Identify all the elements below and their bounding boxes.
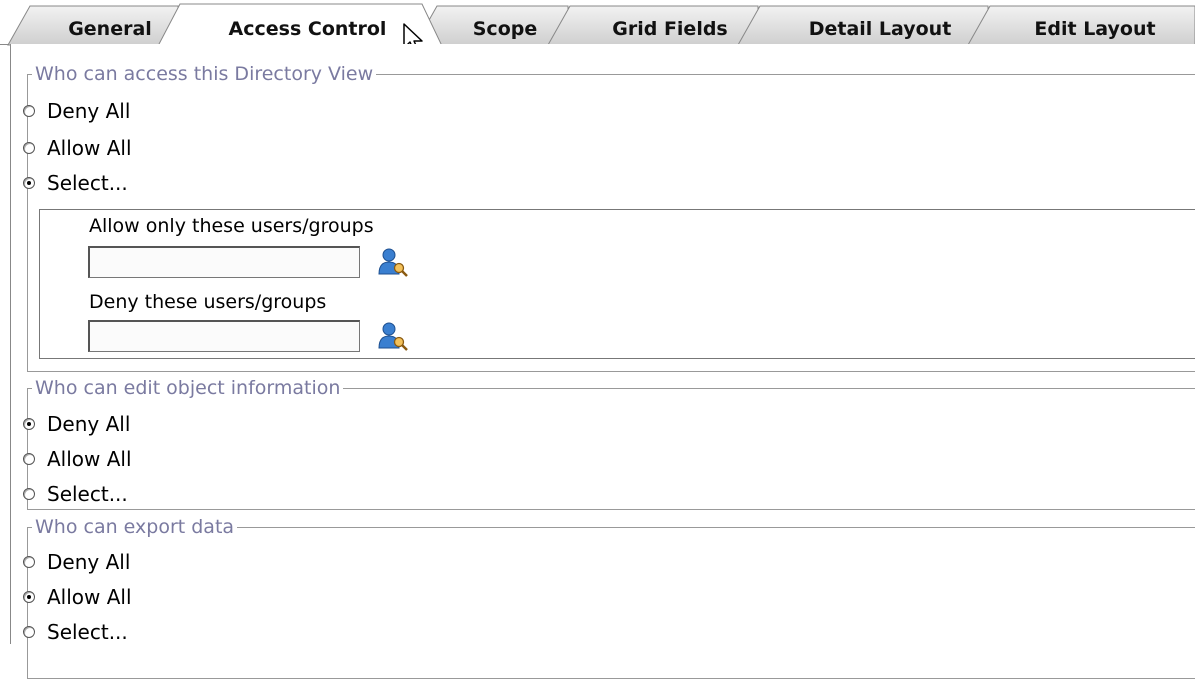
export-option-deny-all[interactable]: Deny All — [23, 547, 130, 577]
tab-detail-layout[interactable]: Detail Layout — [770, 14, 990, 44]
export-legend: Who can export data — [35, 516, 235, 538]
access-option-deny-all[interactable]: Deny All — [23, 96, 130, 126]
export-option-allow-all[interactable]: Allow All — [23, 582, 132, 612]
user-search-icon[interactable] — [375, 246, 409, 278]
option-label: Deny All — [47, 412, 131, 436]
option-label: Select... — [47, 482, 128, 506]
tab-general[interactable]: General — [40, 14, 180, 44]
radio-icon[interactable] — [23, 556, 35, 568]
option-label: Deny All — [47, 550, 131, 574]
option-label: Select... — [47, 171, 128, 195]
allow-users-field[interactable] — [88, 246, 360, 278]
tab-edit-layout[interactable]: Edit Layout — [1000, 14, 1190, 44]
edit-option-allow-all[interactable]: Allow All — [23, 444, 132, 474]
option-label: Allow All — [47, 136, 132, 160]
allow-users-label: Allow only these users/groups — [89, 215, 374, 237]
edit-option-select[interactable]: Select... — [23, 479, 128, 509]
radio-icon[interactable] — [23, 142, 35, 154]
user-search-icon[interactable] — [375, 320, 409, 352]
deny-users-label: Deny these users/groups — [89, 291, 327, 313]
radio-icon[interactable] — [23, 418, 35, 430]
tab-access-control[interactable]: Access Control — [195, 14, 420, 44]
access-legend: Who can access this Directory View — [35, 63, 374, 85]
radio-icon[interactable] — [23, 105, 35, 117]
edit-fieldset: Who can edit object information — [27, 378, 1195, 510]
radio-icon[interactable] — [23, 177, 35, 189]
export-option-select[interactable]: Select... — [23, 617, 128, 647]
option-label: Allow All — [47, 585, 132, 609]
edit-option-deny-all[interactable]: Deny All — [23, 409, 130, 439]
radio-icon[interactable] — [23, 453, 35, 465]
radio-icon[interactable] — [23, 626, 35, 638]
radio-icon[interactable] — [23, 488, 35, 500]
access-control-panel: Who can access this Directory View Deny … — [10, 44, 1195, 679]
option-label: Allow All — [47, 447, 132, 471]
export-fieldset: Who can export data — [27, 517, 1195, 679]
tab-scope[interactable]: Scope — [440, 14, 570, 44]
edit-legend: Who can edit object information — [35, 377, 341, 399]
radio-icon[interactable] — [23, 591, 35, 603]
tab-bar: General Access Control Scope Grid Fields… — [0, 0, 1195, 46]
tab-grid-fields[interactable]: Grid Fields — [580, 14, 760, 44]
deny-users-field[interactable] — [88, 320, 360, 352]
access-option-select[interactable]: Select... — [23, 168, 128, 198]
option-label: Select... — [47, 620, 128, 644]
option-label: Deny All — [47, 99, 131, 123]
access-option-allow-all[interactable]: Allow All — [23, 133, 132, 163]
